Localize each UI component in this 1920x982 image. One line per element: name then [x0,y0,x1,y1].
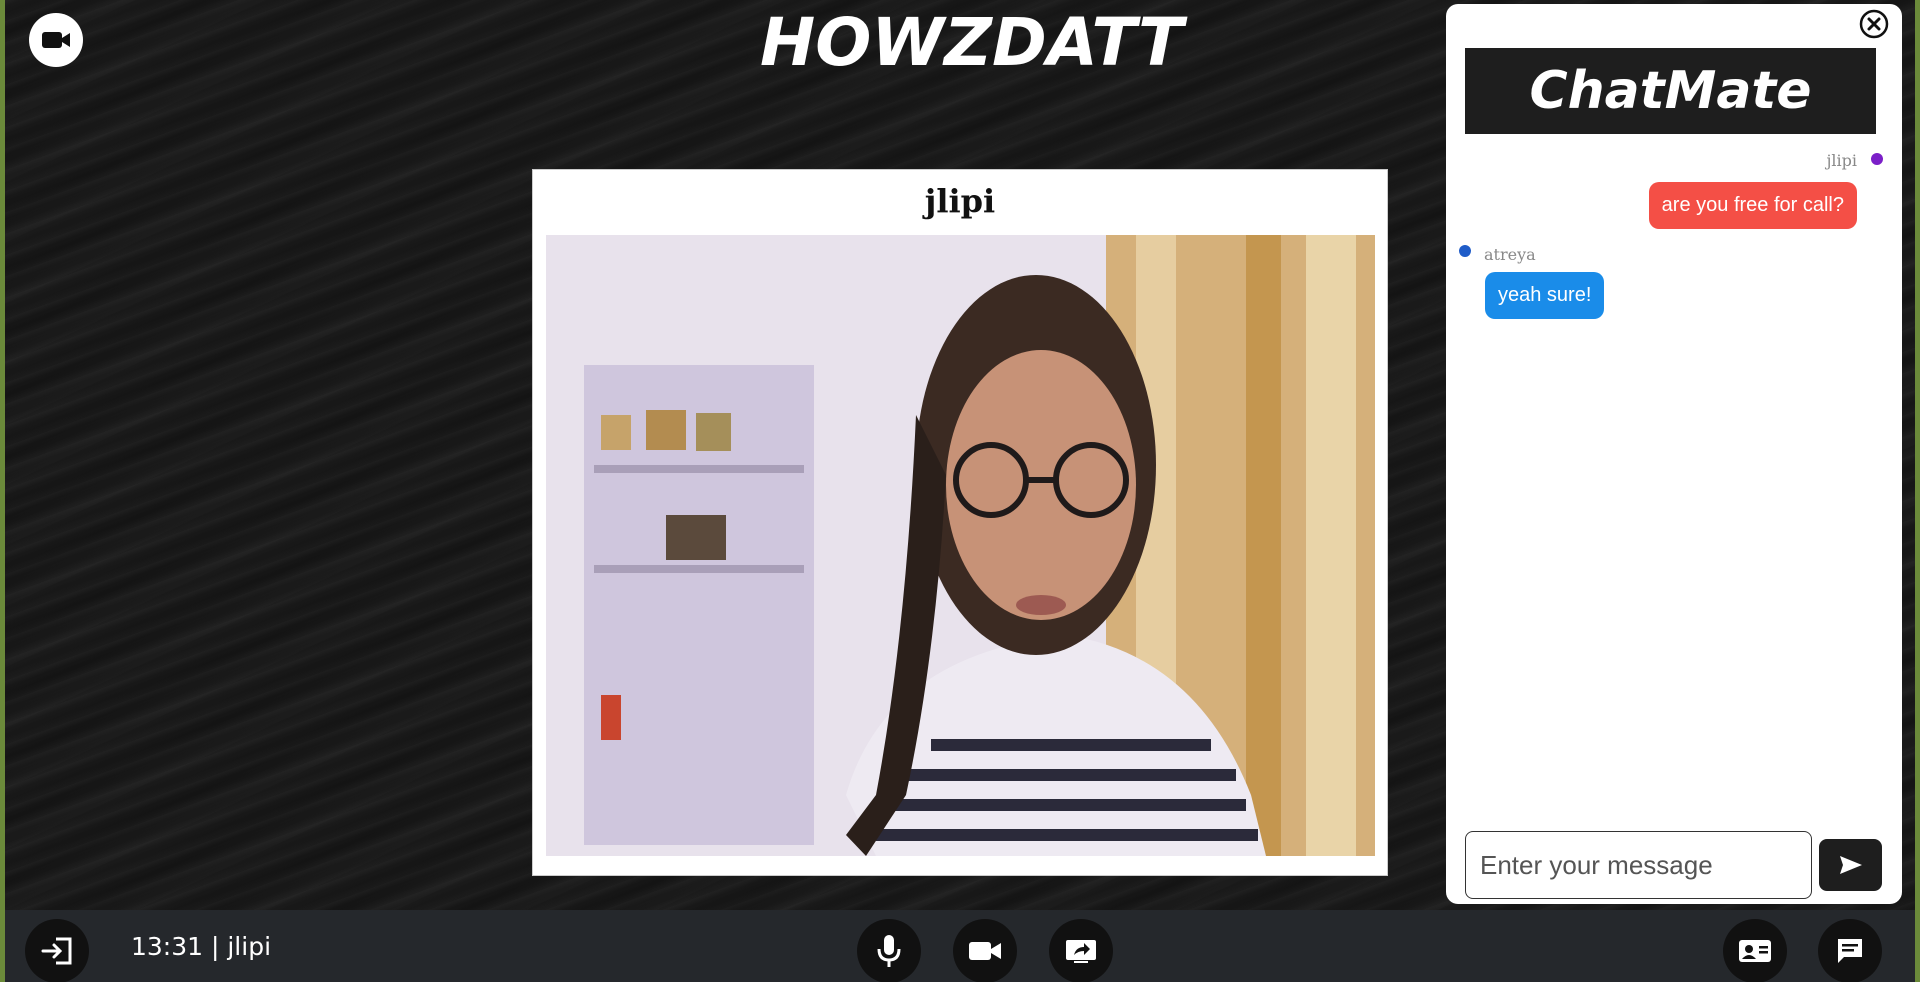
close-icon [1859,9,1889,39]
participants-icon [1739,940,1771,962]
meeting-status: 13:31 | jlipi [131,932,272,961]
participant-name: jlipi [924,182,996,220]
chat-panel [1446,4,1902,904]
sender-status-dot [1459,245,1471,257]
chat-icon [1838,939,1862,963]
chat-toggle-button[interactable] [1818,919,1882,982]
video-camera-icon [42,32,70,48]
exit-icon [41,937,72,965]
send-icon [1839,856,1862,874]
camera-icon [969,942,1001,960]
participant-video [546,235,1375,856]
leave-call-button[interactable] [25,919,89,982]
message-input[interactable] [1465,831,1812,899]
chat-title: ChatMate [1529,61,1812,121]
screen-share-icon [1066,940,1096,963]
microphone-icon [877,935,901,967]
microphone-button[interactable] [857,919,921,982]
message-bubble: are you free for call? [1648,182,1857,229]
participant-video-card: jlipi [532,169,1388,876]
message-bubble: yeah sure! [1485,272,1605,319]
message-sender: atreya [1484,245,1536,264]
camera-button[interactable] [953,919,1017,982]
message-sender: jlipi [1826,151,1857,170]
sender-status-dot [1871,153,1883,165]
app-title-text: HOWZDATT [760,4,1184,81]
screen-share-button[interactable] [1049,919,1113,982]
video-logo-button[interactable] [29,13,83,67]
participants-button[interactable] [1723,919,1787,982]
chat-header: ChatMate [1465,48,1876,134]
send-button[interactable] [1819,839,1882,891]
chat-close-button[interactable] [1858,8,1890,40]
app-title: HOWZDATT [760,4,1183,81]
